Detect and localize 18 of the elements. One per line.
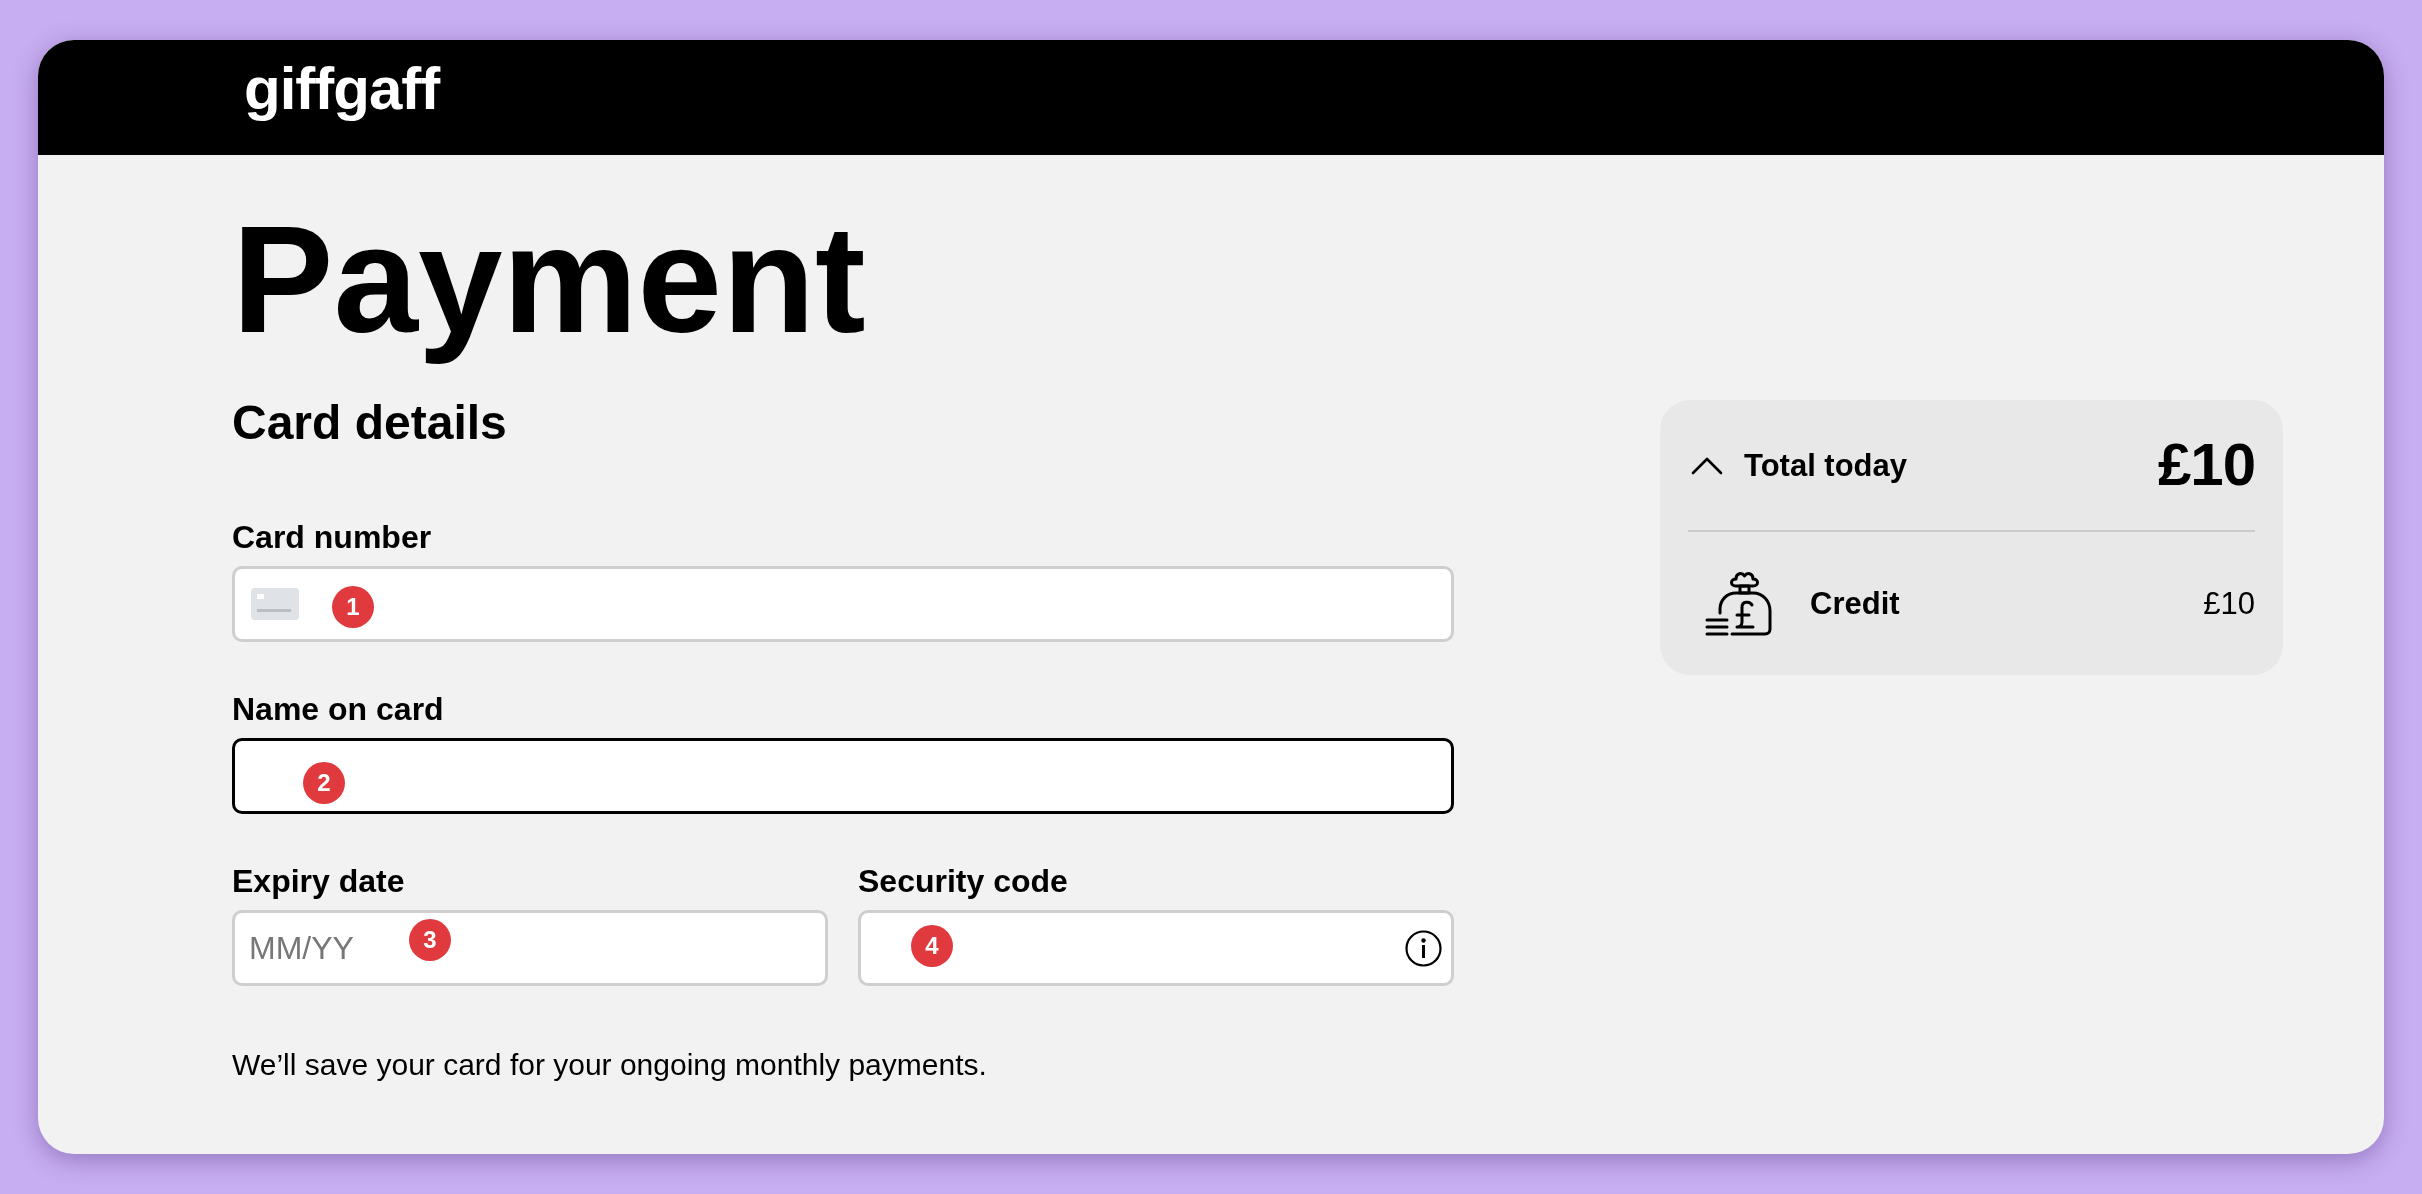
security-code-field[interactable]	[858, 910, 1454, 987]
total-amount: £10	[2157, 435, 2255, 495]
field-label: Expiry date	[232, 865, 405, 898]
field-label: Security code	[858, 865, 1068, 898]
page-title: Payment	[232, 193, 866, 366]
line-item-amount: £10	[2203, 588, 2255, 619]
line-item-label: Credit	[1810, 588, 1900, 619]
card-icon	[251, 588, 299, 621]
logo[interactable]: giffgaff	[244, 59, 440, 119]
summary-toggle[interactable]: Total today	[1688, 449, 1908, 481]
save-card-note: We’ll save your card for your ongoing monthly payments.	[232, 1050, 987, 1081]
section-heading: Card details	[232, 399, 507, 448]
money-bag-icon	[1705, 570, 1772, 637]
name-field[interactable]	[232, 738, 1454, 815]
info-icon[interactable]	[1405, 930, 1442, 968]
field-label: Name on card	[232, 693, 444, 726]
field-label: Card number	[232, 521, 432, 554]
card-number-field[interactable]	[232, 566, 1454, 643]
